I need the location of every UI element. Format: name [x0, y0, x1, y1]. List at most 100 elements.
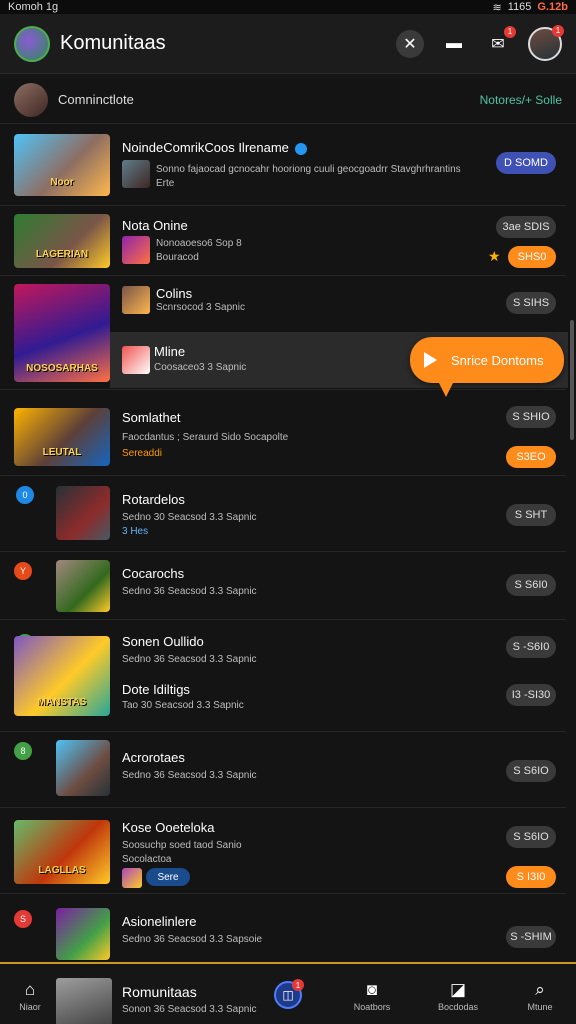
status-time: Komoh 1g: [8, 1, 59, 13]
star-icon: ★: [488, 248, 501, 264]
profile-badge: 1: [552, 24, 564, 37]
status-pill[interactable]: S SHIO: [506, 406, 556, 428]
game-thumbnail: [56, 908, 110, 960]
game-thumbnail: NOSOSARHAS: [14, 284, 110, 382]
list-item[interactable]: S Asionelinlere Sedno 36 Seacsod 3.3 Sap…: [0, 894, 566, 962]
share-tooltip[interactable]: Snrice Dontoms: [410, 337, 564, 397]
game-thumbnail: [56, 560, 110, 612]
signal-text: 1165: [507, 1, 532, 13]
list-item[interactable]: 6 MANSTAS Sonen Oullido Sedno 36 Seacsod…: [0, 620, 566, 732]
list-item[interactable]: 6 LAGLLAS Kose Ooeteloka Soosuchp soed t…: [0, 808, 566, 894]
game-thumbnail: LAGLLAS: [14, 820, 110, 884]
bottom-nav: ⌂ Niaor Romunitaas Sonon 36 Seacsod 3.3 S…: [0, 962, 576, 1024]
game-thumbnail: Noor: [14, 134, 110, 196]
item-subtitle: Tao 30 Seacsod 3.3 Sapnic: [122, 700, 244, 711]
status-pill[interactable]: S -S6I0: [506, 636, 556, 658]
status-pill[interactable]: S -SHIM: [506, 926, 556, 948]
nav-bookmarks[interactable]: ◪ Bocdodas: [428, 980, 488, 1012]
search-icon: ⌕: [535, 980, 545, 999]
status-pill[interactable]: S SHT: [506, 504, 556, 526]
nav-badge: 1: [292, 979, 304, 991]
wifi-icon: ≋: [492, 1, 502, 14]
item-title: Cocarochs: [122, 566, 185, 581]
list-item[interactable]: 8 Acrorotaes Sedno 36 Seacsod 3.3 Sapnic…: [0, 732, 566, 808]
item-title: Kose Ooeteloka: [122, 820, 215, 835]
game-thumbnail: LAGERIAN: [14, 214, 110, 268]
item-subtitle: Sonno fajaocad gcnocahr hooriong cuuli g…: [156, 164, 461, 175]
game-thumbnail: LEUTAL: [14, 408, 110, 466]
community-list: Noor NoindeComrikCoos Ilrename Sonno faj…: [0, 126, 576, 962]
nav-store-button[interactable]: ◫ 1: [274, 979, 304, 1009]
game-thumbnail: MANSTAS: [14, 636, 110, 716]
profile-avatar[interactable]: 1: [528, 24, 564, 61]
close-icon: ✕: [403, 35, 417, 53]
section-avatar: [14, 82, 48, 117]
status-pill[interactable]: 3ae SDIS: [496, 216, 556, 238]
status-pill[interactable]: S S6I0: [506, 574, 556, 596]
message-bubble-icon: ✉: [491, 35, 505, 53]
tag-chip[interactable]: Sere: [146, 868, 190, 886]
mini-thumbnail: [122, 160, 150, 188]
item-title: Mline: [154, 344, 186, 359]
list-item[interactable]: LAGERIAN Nota Onine Nonoaoeso6 Sop 8 Bou…: [0, 206, 566, 276]
list-item[interactable]: Y Cocarochs Sedno 36 Seacsod 3.3 Sapnic …: [0, 552, 566, 620]
item-subtitle: Sedno 36 Seacsod 3.3 Sapnic: [122, 654, 257, 665]
item-title: NoindeComrikCoos Ilrename: [122, 140, 307, 155]
tooltip-label: Snrice Dontoms: [451, 352, 544, 368]
mini-thumbnail: [122, 868, 142, 888]
list-item[interactable]: LEUTAL Somlathet Faocdantus ; Seraurd Si…: [0, 390, 566, 476]
item-subtitle: Soosuchp soed taod Sanio: [122, 840, 242, 851]
nav-chat[interactable]: ◙ Noatbors: [342, 980, 402, 1012]
list-item[interactable]: Noor NoindeComrikCoos Ilrename Sonno faj…: [0, 126, 566, 206]
item-title: Colins: [156, 286, 193, 301]
item-subtitle: Coosaceo3 3 Sapnic: [154, 362, 247, 373]
play-button[interactable]: S3EO: [506, 446, 556, 468]
app-logo[interactable]: [14, 25, 50, 62]
mini-thumbnail: [122, 286, 150, 314]
item-meta: Sereaddi: [122, 448, 163, 459]
status-pill[interactable]: I3 -SI30: [506, 684, 556, 706]
nav-search[interactable]: ⌕ Mtune: [510, 980, 570, 1012]
item-title: Asionelinlere: [122, 914, 197, 929]
status-bar: Komoh 1g ≋ 1165 G.12b: [0, 0, 576, 14]
rank-dot: S: [14, 910, 32, 928]
item-subtitle: Sedno 36 Seacsod 3.3 Sapnic: [122, 770, 257, 781]
play-icon: [424, 352, 437, 368]
play-button[interactable]: S I3I0: [506, 866, 556, 888]
verified-icon: [294, 142, 307, 155]
play-button[interactable]: SHS0: [508, 246, 556, 268]
mini-thumbnail: [122, 346, 150, 374]
game-thumbnail: [56, 486, 110, 540]
section-header: Comninctlote Notores/+ Solle: [0, 76, 576, 124]
item-subtitle-2: Bouracod: [156, 252, 199, 263]
item-subtitle-2: Socolactoa: [122, 854, 172, 865]
status-pill[interactable]: S S6IO: [506, 760, 556, 782]
join-button[interactable]: D SOMD: [496, 152, 556, 174]
list-item[interactable]: 0 Rotardelos Sedno 30 Seacsod 3.3 Sapnic…: [0, 476, 566, 552]
item-title: Nota Onine: [122, 218, 188, 233]
game-thumbnail: [56, 740, 110, 796]
nav-thumbnail[interactable]: [56, 978, 112, 1024]
notifications-button[interactable]: ✉ 1: [484, 25, 516, 58]
section-link[interactable]: Notores/+ Solle: [480, 93, 562, 107]
chat-button[interactable]: ▬: [440, 30, 468, 58]
item-subtitle: Nonoaoeso6 Sop 8: [156, 238, 242, 249]
status-pill[interactable]: S SIHS: [506, 292, 556, 314]
nav-subtitle: Sonon 36 Seacsod 3.3 Sapnic: [122, 1004, 257, 1015]
nav-title: Romunitaas: [122, 984, 197, 1000]
home-icon: ⌂: [24, 980, 36, 999]
scrollbar[interactable]: [570, 320, 574, 440]
item-subtitle-2: Erte: [156, 178, 175, 189]
app-bar: Komunitaas ✕ ▬ ✉ 1 1: [0, 14, 576, 74]
item-title: Dote Idiltigs: [122, 682, 190, 697]
rank-dot: 8: [14, 742, 32, 760]
item-title: Somlathet: [122, 410, 181, 425]
status-pill[interactable]: S S6IO: [506, 826, 556, 848]
chat-icon: ▬: [446, 34, 462, 52]
notification-badge: 1: [504, 25, 516, 38]
close-button[interactable]: ✕: [396, 29, 424, 58]
rank-dot: 0: [16, 486, 34, 504]
item-subtitle: Sedno 36 Seacsod 3.3 Sapsoie: [122, 934, 263, 945]
bookmark-icon: ◪: [449, 980, 467, 999]
nav-home[interactable]: ⌂ Niaor: [0, 980, 60, 1012]
